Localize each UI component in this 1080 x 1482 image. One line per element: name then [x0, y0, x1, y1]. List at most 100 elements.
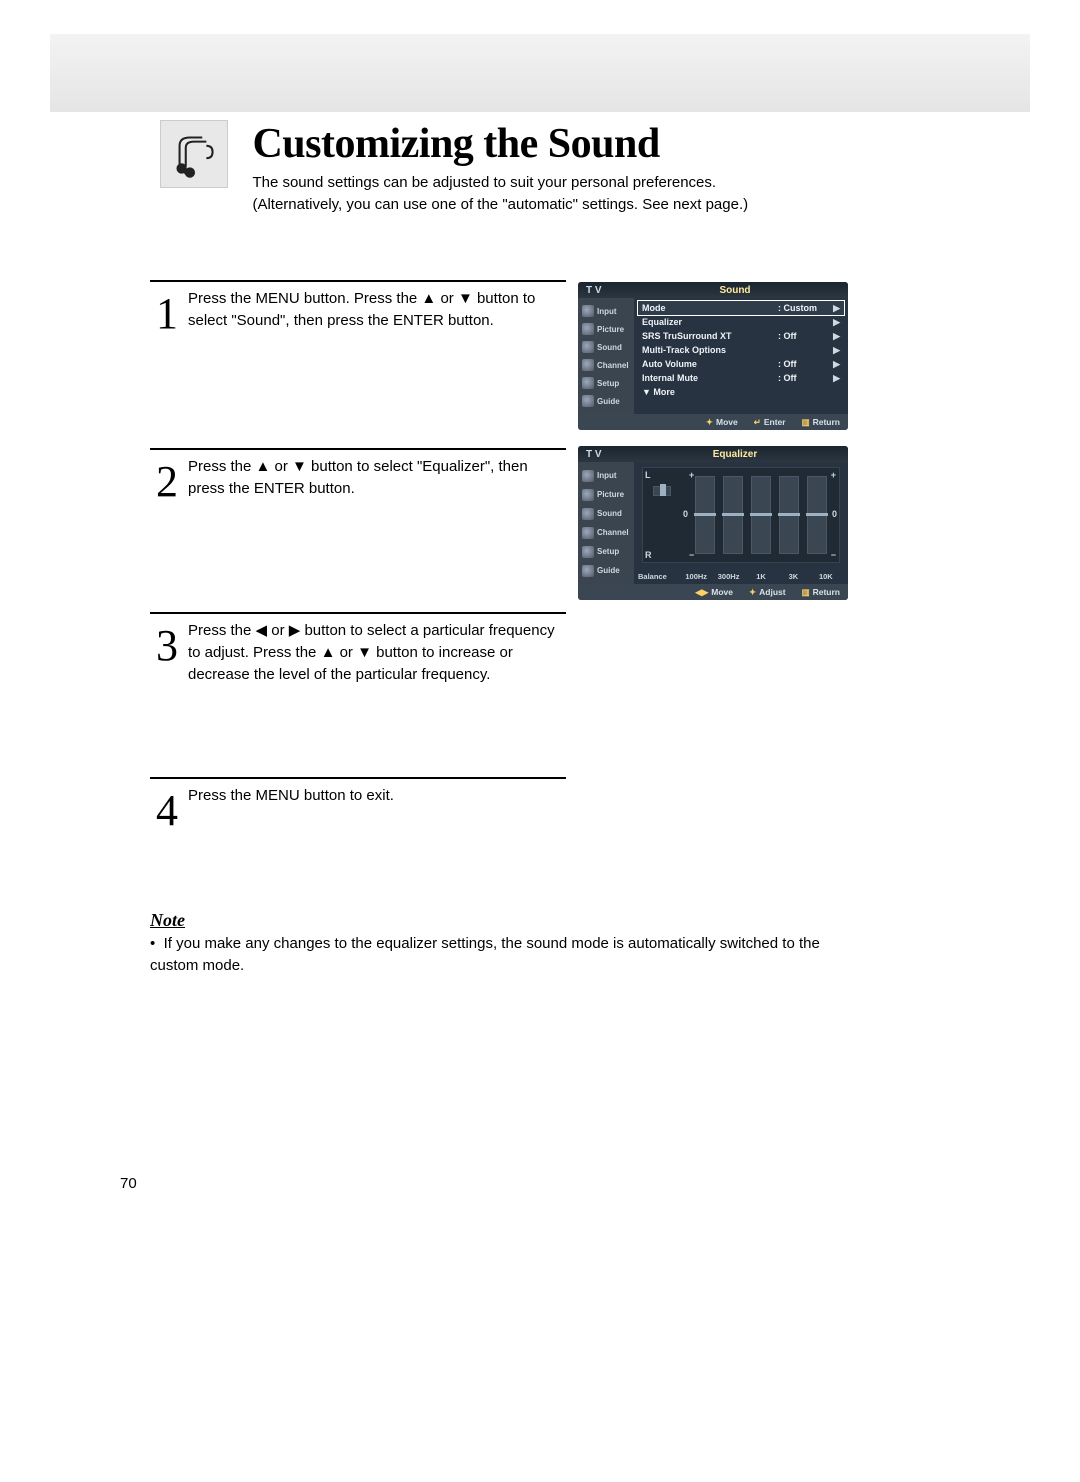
sound-icon [582, 508, 594, 520]
sidebar-item-sound[interactable]: Sound [578, 508, 634, 520]
step-rule [150, 448, 566, 450]
menu-row-internalmute[interactable]: Internal Mute: Off▶ [638, 371, 844, 385]
zero-label: 0 [832, 509, 837, 519]
page: Customizing the Sound The sound settings… [0, 0, 1080, 1482]
chevron-right-icon: ▶ [832, 303, 840, 314]
osd-sidebar: Input Picture Sound Channel Setup Guide [578, 462, 634, 584]
step-number: 1 [150, 292, 184, 336]
footer-adjust: ✦Adjust [749, 587, 786, 598]
zero-label: 0 [683, 509, 688, 519]
eq-axis-labels: Balance 100Hz 300Hz 1K 3K 10K [638, 572, 842, 581]
balance-label: Balance [638, 572, 680, 581]
updown-icon: ✦ [749, 587, 756, 597]
osd-title: Sound [642, 285, 828, 296]
osd-sidebar: Input Picture Sound Channel Setup Guide [578, 298, 634, 414]
osd-equalizer-menu: T V Equalizer Input Picture Sound Channe… [578, 446, 848, 600]
picture-icon [582, 323, 594, 335]
input-icon [582, 470, 594, 482]
osd-footer: ◀▶Move ✦Adjust ▥Return [578, 584, 848, 600]
osd-main-panel: L R + + − − 0 0 [634, 462, 848, 584]
sidebar-item-picture[interactable]: Picture [578, 489, 634, 501]
step-body: Press the MENU button. Press the ▲ or ▼ … [188, 288, 566, 332]
footer-return: ▥Return [802, 417, 840, 428]
osd-tv-label: T V [578, 285, 642, 296]
sidebar-item-channel[interactable]: Channel [578, 359, 634, 371]
menu-row-equalizer[interactable]: Equalizer▶ [638, 315, 844, 329]
picture-icon [582, 489, 594, 501]
eq-slider-handle [694, 513, 716, 516]
page-title: Customizing the Sound [252, 120, 748, 168]
chevron-right-icon: ▶ [832, 331, 840, 342]
menu-row-multitrack[interactable]: Multi-Track Options▶ [638, 343, 844, 357]
eq-bar-10k[interactable] [807, 476, 827, 554]
chevron-right-icon: ▶ [832, 359, 840, 370]
return-icon: ▥ [802, 587, 810, 597]
step-rule [150, 612, 566, 614]
eq-slider-handle [778, 513, 800, 516]
eq-slider-handle [806, 513, 828, 516]
equalizer-chart[interactable]: L R + + − − 0 0 [642, 467, 840, 563]
balance-right-label: R [645, 550, 652, 560]
leftright-icon: ◀▶ [695, 587, 708, 597]
step: 4 Press the MENU button to exit. [150, 785, 566, 833]
channel-icon [582, 527, 594, 539]
footer-move: ◀▶Move [695, 587, 733, 598]
sound-section-icon [160, 120, 228, 188]
step-number: 4 [150, 789, 184, 833]
header-gradient-bar [50, 34, 1030, 112]
step-body: Press the MENU button to exit. [188, 785, 566, 807]
balance-left-label: L [645, 470, 651, 480]
page-number: 70 [120, 1175, 137, 1192]
sidebar-item-channel[interactable]: Channel [578, 527, 634, 539]
setup-icon [582, 377, 594, 389]
sidebar-item-guide[interactable]: Guide [578, 565, 634, 577]
updown-icon: ✦ [706, 417, 713, 427]
sidebar-item-setup[interactable]: Setup [578, 546, 634, 558]
eq-bars [695, 476, 827, 554]
page-subtitle: The sound settings can be adjusted to su… [252, 172, 748, 216]
sidebar-item-input[interactable]: Input [578, 305, 634, 317]
step-rule [150, 280, 566, 282]
header: Customizing the Sound The sound settings… [160, 120, 940, 216]
channel-icon [582, 359, 594, 371]
menu-row-autovolume[interactable]: Auto Volume: Off▶ [638, 357, 844, 371]
eq-slider-handle [722, 513, 744, 516]
menu-row-srs[interactable]: SRS TruSurround XT: Off▶ [638, 329, 844, 343]
balance-slider[interactable] [647, 480, 677, 540]
eq-bar-1k[interactable] [751, 476, 771, 554]
menu-row-more[interactable]: ▼ More [638, 385, 844, 399]
enter-icon: ↵ [754, 417, 761, 427]
eq-slider-handle [750, 513, 772, 516]
plus-icon: + [831, 470, 836, 480]
return-icon: ▥ [802, 417, 810, 427]
osd-title: Equalizer [642, 449, 828, 460]
sidebar-item-guide[interactable]: Guide [578, 395, 634, 407]
step-number: 3 [150, 624, 184, 668]
step: 2 Press the ▲ or ▼ button to select "Equ… [150, 456, 566, 504]
footer-return: ▥Return [802, 587, 840, 598]
guide-icon [582, 565, 594, 577]
sound-icon [582, 341, 594, 353]
menu-row-mode[interactable]: Mode: Custom▶ [638, 301, 844, 315]
step-number: 2 [150, 460, 184, 504]
step-body: Press the ◀ or ▶ button to select a part… [188, 620, 566, 685]
osd-main-panel: Mode: Custom▶ Equalizer▶ SRS TruSurround… [634, 298, 848, 414]
step-body: Press the ▲ or ▼ button to select "Equal… [188, 456, 566, 500]
minus-icon: − [831, 550, 836, 560]
sidebar-item-sound[interactable]: Sound [578, 341, 634, 353]
balance-knob [660, 484, 666, 496]
sidebar-item-input[interactable]: Input [578, 470, 634, 482]
osd-footer: ✦Move ↵Enter ▥Return [578, 414, 848, 430]
eq-bar-300hz[interactable] [723, 476, 743, 554]
chevron-right-icon: ▶ [832, 373, 840, 384]
step: 3 Press the ◀ or ▶ button to select a pa… [150, 620, 566, 685]
footer-move: ✦Move [706, 417, 738, 428]
input-icon [582, 305, 594, 317]
chevron-right-icon: ▶ [832, 345, 840, 356]
sidebar-item-setup[interactable]: Setup [578, 377, 634, 389]
eq-bar-3k[interactable] [779, 476, 799, 554]
eq-bar-100hz[interactable] [695, 476, 715, 554]
sidebar-item-picture[interactable]: Picture [578, 323, 634, 335]
osd-tv-label: T V [578, 449, 642, 460]
note-heading: Note [150, 910, 860, 931]
